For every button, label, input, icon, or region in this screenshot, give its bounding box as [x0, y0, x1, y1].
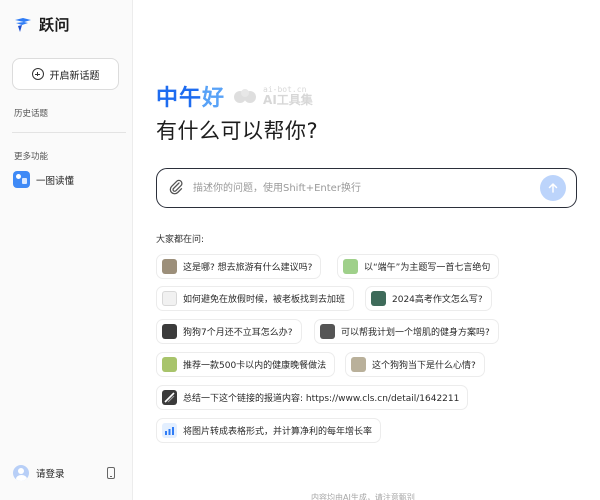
attachment-icon[interactable] — [169, 179, 183, 199]
login-button[interactable]: 请登录 — [13, 465, 65, 481]
suggestions-title: 大家都在问: — [156, 235, 205, 245]
suggestion-text: 以“端午”为主题写一首七言绝句 — [364, 263, 491, 273]
suggestion-chip[interactable]: 2024高考作文怎么写? — [365, 286, 492, 311]
brand[interactable]: 跃问 — [14, 14, 70, 35]
suggestion-text: 将图片转成表格形式，并计算净利的每年增长率 — [183, 427, 373, 437]
greeting: 中午好 ai-bot.cn AI工具集 — [156, 80, 313, 112]
send-button[interactable] — [540, 175, 566, 201]
suggestion-thumbnail — [351, 357, 366, 372]
arrow-up-icon — [548, 183, 558, 193]
suggestion-text: 总结一下这个链接的报道内容: https://www.cls.cn/detail… — [183, 394, 460, 404]
greeting-strong: 中午 — [156, 86, 203, 111]
chat-input-box — [156, 168, 577, 208]
suggestion-chip[interactable]: 以“端午”为主题写一首七言绝句 — [337, 254, 500, 279]
watermark: ai-bot.cn AI工具集 — [231, 86, 313, 106]
suggestion-chip[interactable]: 这是哪? 想去旅游有什么建议吗? — [156, 254, 322, 279]
image-read-icon — [13, 171, 30, 188]
suggestion-chip[interactable]: 这个狗狗当下是什么心情? — [345, 352, 485, 377]
suggestion-thumbnail — [162, 291, 177, 306]
sidebar-divider — [12, 132, 126, 133]
suggestion-chip[interactable]: 推荐一款500卡以内的健康晚餐做法 — [156, 352, 336, 377]
suggestion-thumbnail — [162, 324, 177, 339]
suggestion-text: 可以帮我计划一个增肌的健身方案吗? — [341, 328, 490, 338]
suggestion-thumbnail — [162, 259, 177, 274]
new-chat-label: 开启新话题 — [49, 70, 100, 82]
footer-disclaimer: 内容均由AI生成，请注意甄别 — [311, 493, 415, 500]
page-subtitle: 有什么可以帮你? — [156, 119, 319, 143]
sidebar-item-one-picture[interactable]: 一图读懂 — [13, 171, 74, 188]
more-features-label: 更多功能 — [14, 152, 49, 162]
suggestion-text: 推荐一款500卡以内的健康晚餐做法 — [183, 361, 327, 371]
suggestion-chip[interactable]: 将图片转成表格形式，并计算净利的每年增长率 — [156, 418, 382, 443]
link-icon — [162, 390, 177, 405]
new-chat-button[interactable]: 开启新话题 — [12, 58, 119, 90]
login-label: 请登录 — [36, 469, 65, 480]
greeting-light: 好 — [202, 86, 226, 111]
suggestion-text: 这是哪? 想去旅游有什么建议吗? — [183, 263, 313, 273]
greeting-text: 中午好 — [156, 80, 225, 112]
sidebar-item-label: 一图读懂 — [36, 175, 75, 187]
suggestion-text: 2024高考作文怎么写? — [392, 295, 483, 305]
plus-circle-icon — [31, 68, 44, 80]
watermark-name: AI工具集 — [263, 93, 313, 107]
chat-input[interactable] — [193, 177, 533, 199]
logo-icon — [14, 17, 32, 33]
table-chart-icon — [162, 423, 177, 438]
brand-name: 跃问 — [39, 16, 71, 34]
mobile-icon[interactable] — [107, 467, 115, 479]
watermark-logo-icon — [234, 89, 257, 103]
sidebar: 跃问 开启新话题 历史话题 更多功能 一图读懂 请登录 — [0, 0, 133, 500]
suggestion-text: 这个狗狗当下是什么心情? — [372, 361, 476, 371]
suggestion-chip[interactable]: 狗狗7个月还不立耳怎么办? — [156, 319, 302, 344]
suggestion-chip[interactable]: 可以帮我计划一个增肌的健身方案吗? — [314, 319, 499, 344]
watermark-text: ai-bot.cn AI工具集 — [263, 86, 313, 107]
history-section-label: 历史话题 — [14, 109, 49, 119]
avatar — [13, 465, 29, 481]
suggestion-text: 如何避免在放假时候，被老板找到去加班 — [183, 295, 346, 305]
suggestion-thumbnail — [343, 259, 358, 274]
suggestion-thumbnail — [371, 291, 386, 306]
suggestion-thumbnail — [320, 324, 335, 339]
suggestion-thumbnail — [162, 357, 177, 372]
suggestion-text: 狗狗7个月还不立耳怎么办? — [183, 328, 293, 338]
suggestion-chip[interactable]: 总结一下这个链接的报道内容: https://www.cls.cn/detail… — [156, 385, 469, 410]
suggestion-chip[interactable]: 如何避免在放假时候，被老板找到去加班 — [156, 286, 355, 311]
